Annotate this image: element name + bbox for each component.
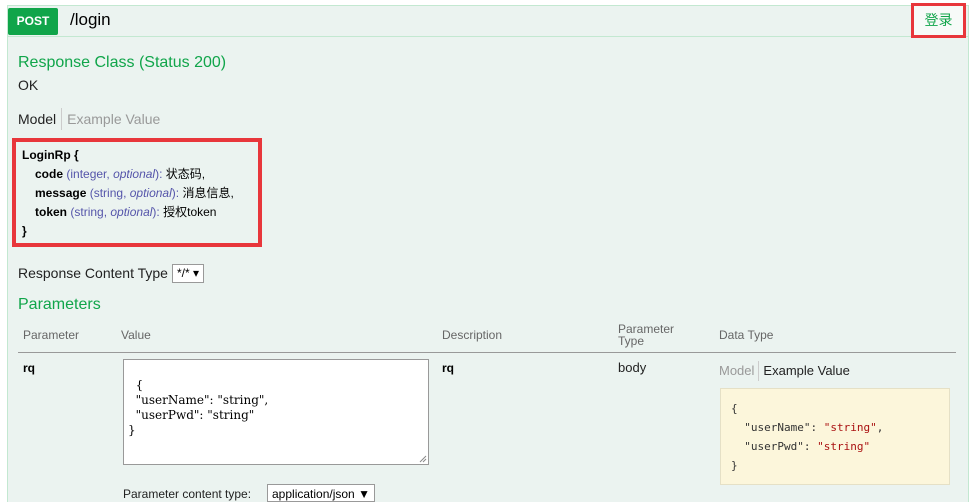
tab-model[interactable]: Model	[18, 108, 63, 130]
operation-summary-link[interactable]: 登录	[914, 6, 963, 35]
tab-example-value[interactable]: Example Value	[759, 361, 849, 381]
table-header-divider	[18, 352, 956, 353]
column-header-parameter-type: Parameter Type	[618, 322, 675, 348]
response-signature-tabs: Model Example Value	[18, 108, 166, 130]
column-header-data-type: Data Type	[719, 328, 774, 342]
model-property: token (string, optional): 授权token	[35, 205, 217, 219]
model-name: LoginRp {	[22, 148, 79, 162]
tab-example-value[interactable]: Example Value	[62, 108, 166, 130]
model-close-brace: }	[22, 224, 27, 238]
column-header-description: Description	[442, 328, 503, 342]
tab-model[interactable]: Model	[719, 361, 760, 381]
response-content-type-label: Response Content Type	[18, 265, 168, 281]
parameter-content-type-select[interactable]: application/json ▼	[267, 484, 375, 502]
parameters-heading: Parameters	[18, 296, 101, 313]
model-property: message (string, optional): 消息信息,	[35, 186, 234, 200]
parameter-content-type-label: Parameter content type:	[123, 487, 252, 501]
parameter-value-textarea[interactable]: { "userName": "string", "userPwd": "stri…	[123, 359, 429, 465]
response-class-title: Response Class (Status 200)	[18, 54, 227, 71]
response-content-type-select[interactable]: */* ▾	[172, 264, 205, 283]
parameter-description: rq	[442, 361, 454, 375]
column-header-parameter: Parameter	[23, 328, 80, 342]
parameter-name: rq	[23, 361, 35, 375]
endpoint-path[interactable]: /login	[70, 10, 111, 30]
response-status-text: OK	[18, 77, 39, 93]
http-method-badge[interactable]: POST	[8, 8, 58, 35]
chevron-down-icon: ▼	[358, 487, 370, 501]
chevron-down-icon: ▾	[193, 266, 200, 280]
model-property: code (integer, optional): 状态码,	[35, 167, 206, 181]
model-signature-box: LoginRp { code (integer, optional): 状态码,…	[12, 138, 262, 247]
column-header-value: Value	[121, 328, 151, 342]
resize-handle-icon[interactable]	[419, 455, 427, 463]
operation-header[interactable]: POST /login 登录	[8, 3, 968, 38]
data-type-tabs: Model Example Value	[719, 361, 850, 381]
example-value-box[interactable]: { "userName": "string", "userPwd": "stri…	[720, 388, 950, 485]
parameter-type-value: body	[618, 360, 647, 375]
summary-highlight: 登录	[911, 3, 966, 38]
